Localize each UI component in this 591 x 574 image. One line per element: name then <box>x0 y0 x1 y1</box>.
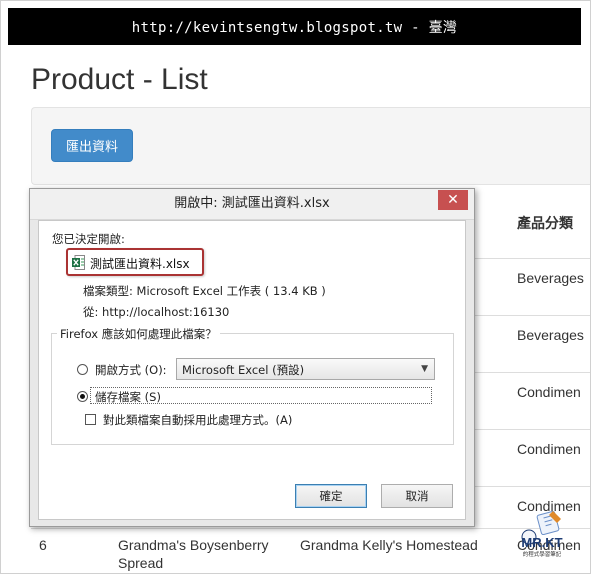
close-button[interactable]: ✕ <box>438 190 468 210</box>
file-name: 測試匯出資料.xlsx <box>90 257 190 271</box>
chevron-down-icon: ▼ <box>421 364 428 374</box>
dialog-title: 開啟中: 測試匯出資料.xlsx <box>174 196 330 211</box>
excel-file-icon <box>72 255 85 270</box>
table-cell-category: Beverages <box>517 327 584 343</box>
open-with-label[interactable]: 開啟方式 (O): <box>95 362 167 378</box>
close-icon: ✕ <box>447 192 459 208</box>
open-with-radio[interactable] <box>77 364 88 375</box>
product-name-line2: Spread <box>118 555 164 571</box>
auto-handle-label[interactable]: 對此類檔案自動採用此處理方式。(A) <box>103 412 292 428</box>
auto-handle-checkbox[interactable] <box>85 414 96 425</box>
export-data-button[interactable]: 匯出資料 <box>51 129 133 162</box>
dialog-body: 您已決定開啟: 測試匯出資料.xlsx 檔案類型: Microsoft Exce… <box>38 220 466 520</box>
page-title: Product - List <box>31 63 208 96</box>
table-cell-id: 6 <box>39 537 47 553</box>
table-cell-category: Beverages <box>517 270 584 286</box>
handling-question: Firefox 應該如何處理此檔案？ <box>57 326 220 342</box>
file-source-info: 從: http://localhost:16130 <box>83 305 230 319</box>
watermark-text: MR.KT <box>521 535 562 550</box>
watermark-subtext: 的程式學習筆記 <box>523 550 562 558</box>
product-name-line1: Grandma's Boysenberry <box>118 537 269 553</box>
file-type-info: 檔案類型: Microsoft Excel 工作表 ( 13.4 KB ) <box>83 284 326 298</box>
cancel-button[interactable]: 取消 <box>381 484 453 508</box>
open-file-dialog: 開啟中: 測試匯出資料.xlsx ✕ 您已決定開啟: 測試匯出資料.xlsx 檔… <box>29 188 475 527</box>
open-with-selected-app: Microsoft Excel (預設) <box>182 363 305 377</box>
table-cell-category: Condimen <box>517 384 581 400</box>
save-file-radio[interactable] <box>77 391 88 402</box>
table-cell-supplier: Grandma Kelly's Homestead <box>300 537 478 553</box>
mrkt-watermark-logo: MR.KT 的程式學習筆記 <box>521 510 563 558</box>
table-row-divider <box>31 528 590 529</box>
file-name-highlight: 測試匯出資料.xlsx <box>66 248 204 276</box>
save-file-label[interactable]: 儲存檔案 (S) <box>95 389 161 405</box>
banner-text: http://kevintsengtw.blogspot.tw - 臺灣 <box>131 19 458 36</box>
table-cell-name: Grandma's Boysenberry Spread <box>118 537 269 571</box>
chosen-to-open-label: 您已決定開啟: <box>52 232 125 246</box>
screenshot-frame: http://kevintsengtw.blogspot.tw - 臺灣 Pro… <box>0 0 591 574</box>
column-header-category: 產品分類 <box>517 215 573 231</box>
open-with-select[interactable]: Microsoft Excel (預設) ▼ <box>176 358 435 380</box>
ok-button[interactable]: 確定 <box>295 484 367 508</box>
blog-banner: http://kevintsengtw.blogspot.tw - 臺灣 <box>8 8 581 45</box>
table-cell-category: Condimen <box>517 441 581 457</box>
